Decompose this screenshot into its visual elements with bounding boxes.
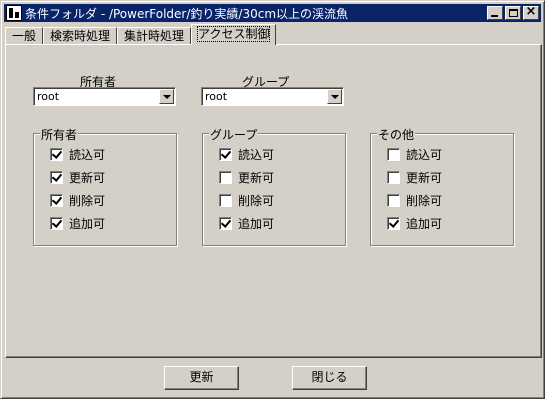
dialog-window: 条件フォルダ - /PowerFolder/釣り実績/30cm以上の渓流魚 × … — [0, 0, 545, 399]
other-read-label: 読込可 — [406, 147, 443, 162]
other-delete-checkbox[interactable]: 削除可 — [387, 193, 443, 208]
owner-delete-checkbox[interactable]: 削除可 — [50, 193, 106, 208]
group-select[interactable]: root — [201, 87, 344, 106]
window-title: 条件フォルダ - /PowerFolder/釣り実績/30cm以上の渓流魚 — [25, 6, 349, 21]
group-update-check[interactable] — [219, 170, 232, 184]
title-bar[interactable]: 条件フォルダ - /PowerFolder/釣り実績/30cm以上の渓流魚 × — [4, 4, 541, 22]
owner-delete-label: 削除可 — [69, 193, 106, 208]
group-read-check[interactable] — [219, 147, 232, 161]
owner-update-check[interactable] — [50, 170, 63, 184]
tab-search-processing-label: 検索時処理 — [50, 29, 111, 43]
group-update-label: 更新可 — [238, 170, 275, 185]
group-permissions-group: グループ 読込可 更新可 削除可 追加可 — [202, 126, 346, 246]
maximize-button[interactable] — [505, 6, 521, 20]
app-icon — [6, 5, 22, 21]
other-add-checkbox[interactable]: 追加可 — [387, 216, 443, 231]
owner-add-checkbox[interactable]: 追加可 — [50, 216, 106, 231]
group-add-check[interactable] — [219, 216, 232, 230]
group-select-chevron-down-icon[interactable] — [327, 89, 342, 104]
owner-update-checkbox[interactable]: 更新可 — [50, 170, 106, 185]
owner-permissions-group: 所有者 読込可 更新可 削除可 追加可 — [33, 126, 177, 246]
group-update-checkbox[interactable]: 更新可 — [219, 170, 275, 185]
owner-read-label: 読込可 — [69, 147, 106, 162]
group-add-checkbox[interactable]: 追加可 — [219, 216, 275, 231]
window-controls: × — [487, 4, 539, 20]
owner-select-chevron-down-icon[interactable] — [159, 89, 174, 104]
tab-general-label: 一般 — [12, 29, 37, 43]
group-read-checkbox[interactable]: 読込可 — [219, 147, 275, 162]
tab-strip: 一般 検索時処理 集計時処理 アクセス制御 — [5, 24, 277, 45]
other-permissions-title: その他 — [377, 126, 416, 143]
close-button[interactable]: 閉じる — [292, 366, 367, 390]
other-update-checkbox[interactable]: 更新可 — [387, 170, 443, 185]
owner-permissions-title: 所有者 — [40, 126, 79, 143]
owner-update-label: 更新可 — [69, 170, 106, 185]
tab-access-control[interactable]: アクセス制御 — [191, 24, 277, 45]
other-read-check[interactable] — [387, 147, 400, 161]
minimize-icon — [491, 15, 498, 17]
maximize-icon — [509, 9, 518, 17]
owner-read-check[interactable] — [50, 147, 63, 161]
tab-panel-access-control: 所有者 root グループ root 所有者 読込可 更新可 削除可 追加可 グ… — [5, 44, 542, 358]
other-add-label: 追加可 — [406, 216, 443, 231]
other-update-label: 更新可 — [406, 170, 443, 185]
group-permissions-title: グループ — [209, 126, 259, 143]
tab-aggregate-processing[interactable]: 集計時処理 — [117, 27, 192, 45]
tab-search-processing[interactable]: 検索時処理 — [43, 27, 118, 45]
other-delete-label: 削除可 — [406, 193, 443, 208]
owner-select[interactable]: root — [33, 87, 176, 106]
owner-add-check[interactable] — [50, 216, 63, 230]
tab-general[interactable]: 一般 — [5, 27, 44, 45]
group-delete-check[interactable] — [219, 193, 232, 207]
other-add-check[interactable] — [387, 216, 400, 230]
other-read-checkbox[interactable]: 読込可 — [387, 147, 443, 162]
owner-add-label: 追加可 — [69, 216, 106, 231]
group-add-label: 追加可 — [238, 216, 275, 231]
tab-access-control-label: アクセス制御 — [197, 26, 271, 42]
close-icon: × — [525, 4, 537, 19]
close-window-button[interactable]: × — [523, 4, 539, 20]
owner-read-checkbox[interactable]: 読込可 — [50, 147, 106, 162]
group-select-value: root — [205, 90, 228, 103]
other-permissions-group: その他 読込可 更新可 削除可 追加可 — [370, 126, 514, 246]
minimize-button[interactable] — [487, 6, 503, 20]
owner-delete-check[interactable] — [50, 193, 63, 207]
group-delete-checkbox[interactable]: 削除可 — [219, 193, 275, 208]
tab-aggregate-processing-label: 集計時処理 — [124, 29, 185, 43]
update-button[interactable]: 更新 — [164, 366, 239, 390]
other-delete-check[interactable] — [387, 193, 400, 207]
group-read-label: 読込可 — [238, 147, 275, 162]
group-delete-label: 削除可 — [238, 193, 275, 208]
other-update-check[interactable] — [387, 170, 400, 184]
owner-select-value: root — [37, 90, 60, 103]
